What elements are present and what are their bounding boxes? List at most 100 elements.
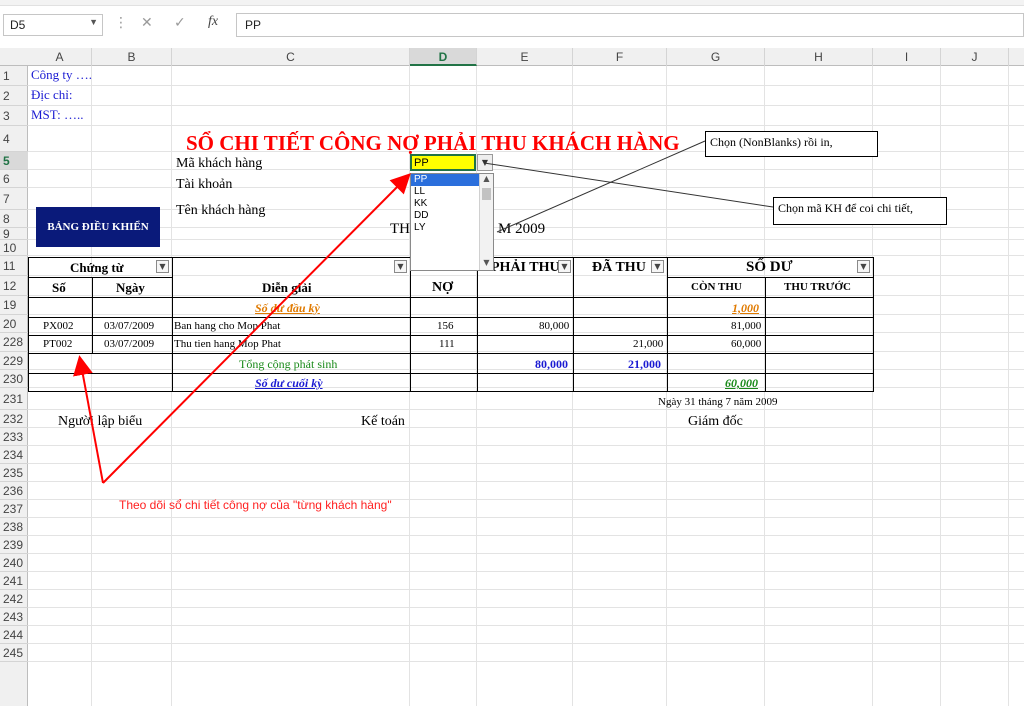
filter-icon-collected[interactable]: ▼ <box>651 260 664 273</box>
filter-icon-receivable[interactable]: ▼ <box>558 260 571 273</box>
grid-row-line <box>28 553 1024 554</box>
more-options-icon[interactable]: ⋮ <box>114 15 128 31</box>
annotation-note: Theo dõi sổ chi tiết công nợ của "từng k… <box>119 498 392 512</box>
dropdown-scrollbar[interactable]: ▲ ▼ <box>479 174 493 270</box>
enter-icon[interactable]: ✓ <box>174 15 186 31</box>
column-header-i[interactable]: I <box>873 48 941 66</box>
report-title: SỔ CHI TIẾT CÔNG NỢ PHẢI THU KHÁCH HÀNG <box>186 131 680 155</box>
header-date: Ngày <box>116 280 145 295</box>
table-border-c <box>172 257 173 392</box>
row-header-11[interactable]: 11 <box>0 256 28 276</box>
column-header-a[interactable]: A <box>28 48 92 66</box>
row-header-233[interactable]: 233 <box>0 428 28 446</box>
row1-date: 03/07/2009 <box>104 320 155 332</box>
column-header-c[interactable]: C <box>172 48 410 66</box>
column-header-f[interactable]: F <box>573 48 667 66</box>
company-address: Địc chỉ: <box>31 87 73 102</box>
row-header-238[interactable]: 238 <box>0 518 28 536</box>
row-header-244[interactable]: 244 <box>0 626 28 644</box>
row-header-12[interactable]: 12 <box>0 276 28 296</box>
grid-row-line <box>28 332 1024 333</box>
row-header-230[interactable]: 230 <box>0 370 28 388</box>
row-header-2[interactable]: 2 <box>0 86 28 106</box>
row-header-236[interactable]: 236 <box>0 482 28 500</box>
row-header-1[interactable]: 1 <box>0 66 28 86</box>
row-header-231[interactable]: 231 <box>0 388 28 410</box>
dropdown-option[interactable]: DD <box>411 210 479 222</box>
customer-code-label: Mã khách hàng <box>176 156 263 171</box>
table-border-row-total <box>28 373 873 374</box>
company-name: Công ty …. <box>31 67 93 82</box>
account-label: Tài khoản <box>176 177 233 192</box>
row-header-242[interactable]: 242 <box>0 590 28 608</box>
row-header-234[interactable]: 234 <box>0 446 28 464</box>
scroll-up-icon[interactable]: ▲ <box>480 174 493 186</box>
header-description: Diễn giải <box>262 280 312 295</box>
column-header-j[interactable]: J <box>941 48 1009 66</box>
row-header-235[interactable]: 235 <box>0 464 28 482</box>
dashboard-button[interactable]: BẢNG ĐIỀU KHIỂN <box>36 207 160 247</box>
total-collected: 21,000 <box>628 357 661 371</box>
grid-col-line <box>1008 66 1009 706</box>
dropdown-option[interactable]: PP <box>411 174 479 186</box>
row-header-245[interactable]: 245 <box>0 644 28 662</box>
column-header-g[interactable]: G <box>667 48 765 66</box>
name-box[interactable]: D5 ▼ <box>3 14 103 36</box>
row-header-4[interactable]: 4 <box>0 126 28 152</box>
dropdown-option[interactable]: KK <box>411 198 479 210</box>
scroll-down-icon[interactable]: ▼ <box>480 258 493 270</box>
row2-remaining: 60,000 <box>731 338 762 350</box>
customer-name-label: Tên khách hàng <box>176 203 266 218</box>
row-header-8[interactable]: 8 <box>0 210 28 228</box>
grid-row-line <box>28 295 1024 296</box>
footer-director: Giám đốc <box>688 414 743 429</box>
row-header-237[interactable]: 237 <box>0 500 28 518</box>
formula-input[interactable]: PP <box>236 13 1024 37</box>
closing-remaining: 60,000 <box>725 376 758 390</box>
row-header-19[interactable]: 19 <box>0 296 28 315</box>
row-header-243[interactable]: 243 <box>0 608 28 626</box>
footer-preparer: Người lập biểu <box>58 414 143 429</box>
row-header-240[interactable]: 240 <box>0 554 28 572</box>
row-header-7[interactable]: 7 <box>0 188 28 210</box>
row2-desc: Thu tien hang Mop Phat <box>174 338 281 350</box>
grid-col-line <box>91 66 92 706</box>
row2-no: PT002 <box>43 338 73 350</box>
row-header-229[interactable]: 229 <box>0 352 28 370</box>
dropdown-option[interactable]: LL <box>411 186 479 198</box>
insert-function-icon[interactable]: fx <box>208 14 218 30</box>
grid-row-line <box>28 625 1024 626</box>
customer-code-select[interactable]: PP <box>410 154 476 171</box>
row-header-232[interactable]: 232 <box>0 410 28 428</box>
row-header-241[interactable]: 241 <box>0 572 28 590</box>
cancel-icon[interactable]: ✕ <box>141 15 153 31</box>
row-header-6[interactable]: 6 <box>0 170 28 188</box>
column-header-h[interactable]: H <box>765 48 873 66</box>
row-header-10[interactable]: 10 <box>0 240 28 256</box>
row-header-3[interactable]: 3 <box>0 106 28 126</box>
chevron-down-icon[interactable]: ▼ <box>477 154 493 171</box>
customer-code-dropdown-list[interactable]: PP LL KK DD LY ▲ ▼ <box>410 173 494 271</box>
scroll-thumb[interactable] <box>482 188 491 200</box>
row1-remaining: 81,000 <box>731 320 762 332</box>
company-tax-code: MST: ….. <box>31 107 84 122</box>
filter-icon-voucher[interactable]: ▼ <box>156 260 169 273</box>
row-header-228[interactable]: 228 <box>0 333 28 352</box>
row-headers: 1 2 3 4 5 6 7 8 9 10 11 12 19 20 228 229 230 231 232 233 234… <box>0 66 28 706</box>
filter-icon-balance[interactable]: ▼ <box>857 260 870 273</box>
column-header-e[interactable]: E <box>477 48 573 66</box>
row1-desc: Ban hang cho Mop Phat <box>174 320 281 332</box>
grid-row-line <box>28 517 1024 518</box>
row-header-9[interactable]: 9 <box>0 228 28 240</box>
filter-icon-description[interactable]: ▼ <box>394 260 407 273</box>
column-header-b[interactable]: B <box>92 48 172 66</box>
grid-row-line <box>28 85 1024 86</box>
row-header-5[interactable]: 5 <box>0 152 28 170</box>
column-header-d[interactable]: D <box>410 48 477 66</box>
row-header-20[interactable]: 20 <box>0 315 28 333</box>
dropdown-option[interactable]: LY <box>411 222 479 234</box>
chevron-down-icon[interactable]: ▼ <box>89 17 98 27</box>
grid-row-line <box>28 105 1024 106</box>
header-no: Số <box>52 280 66 295</box>
row-header-239[interactable]: 239 <box>0 536 28 554</box>
